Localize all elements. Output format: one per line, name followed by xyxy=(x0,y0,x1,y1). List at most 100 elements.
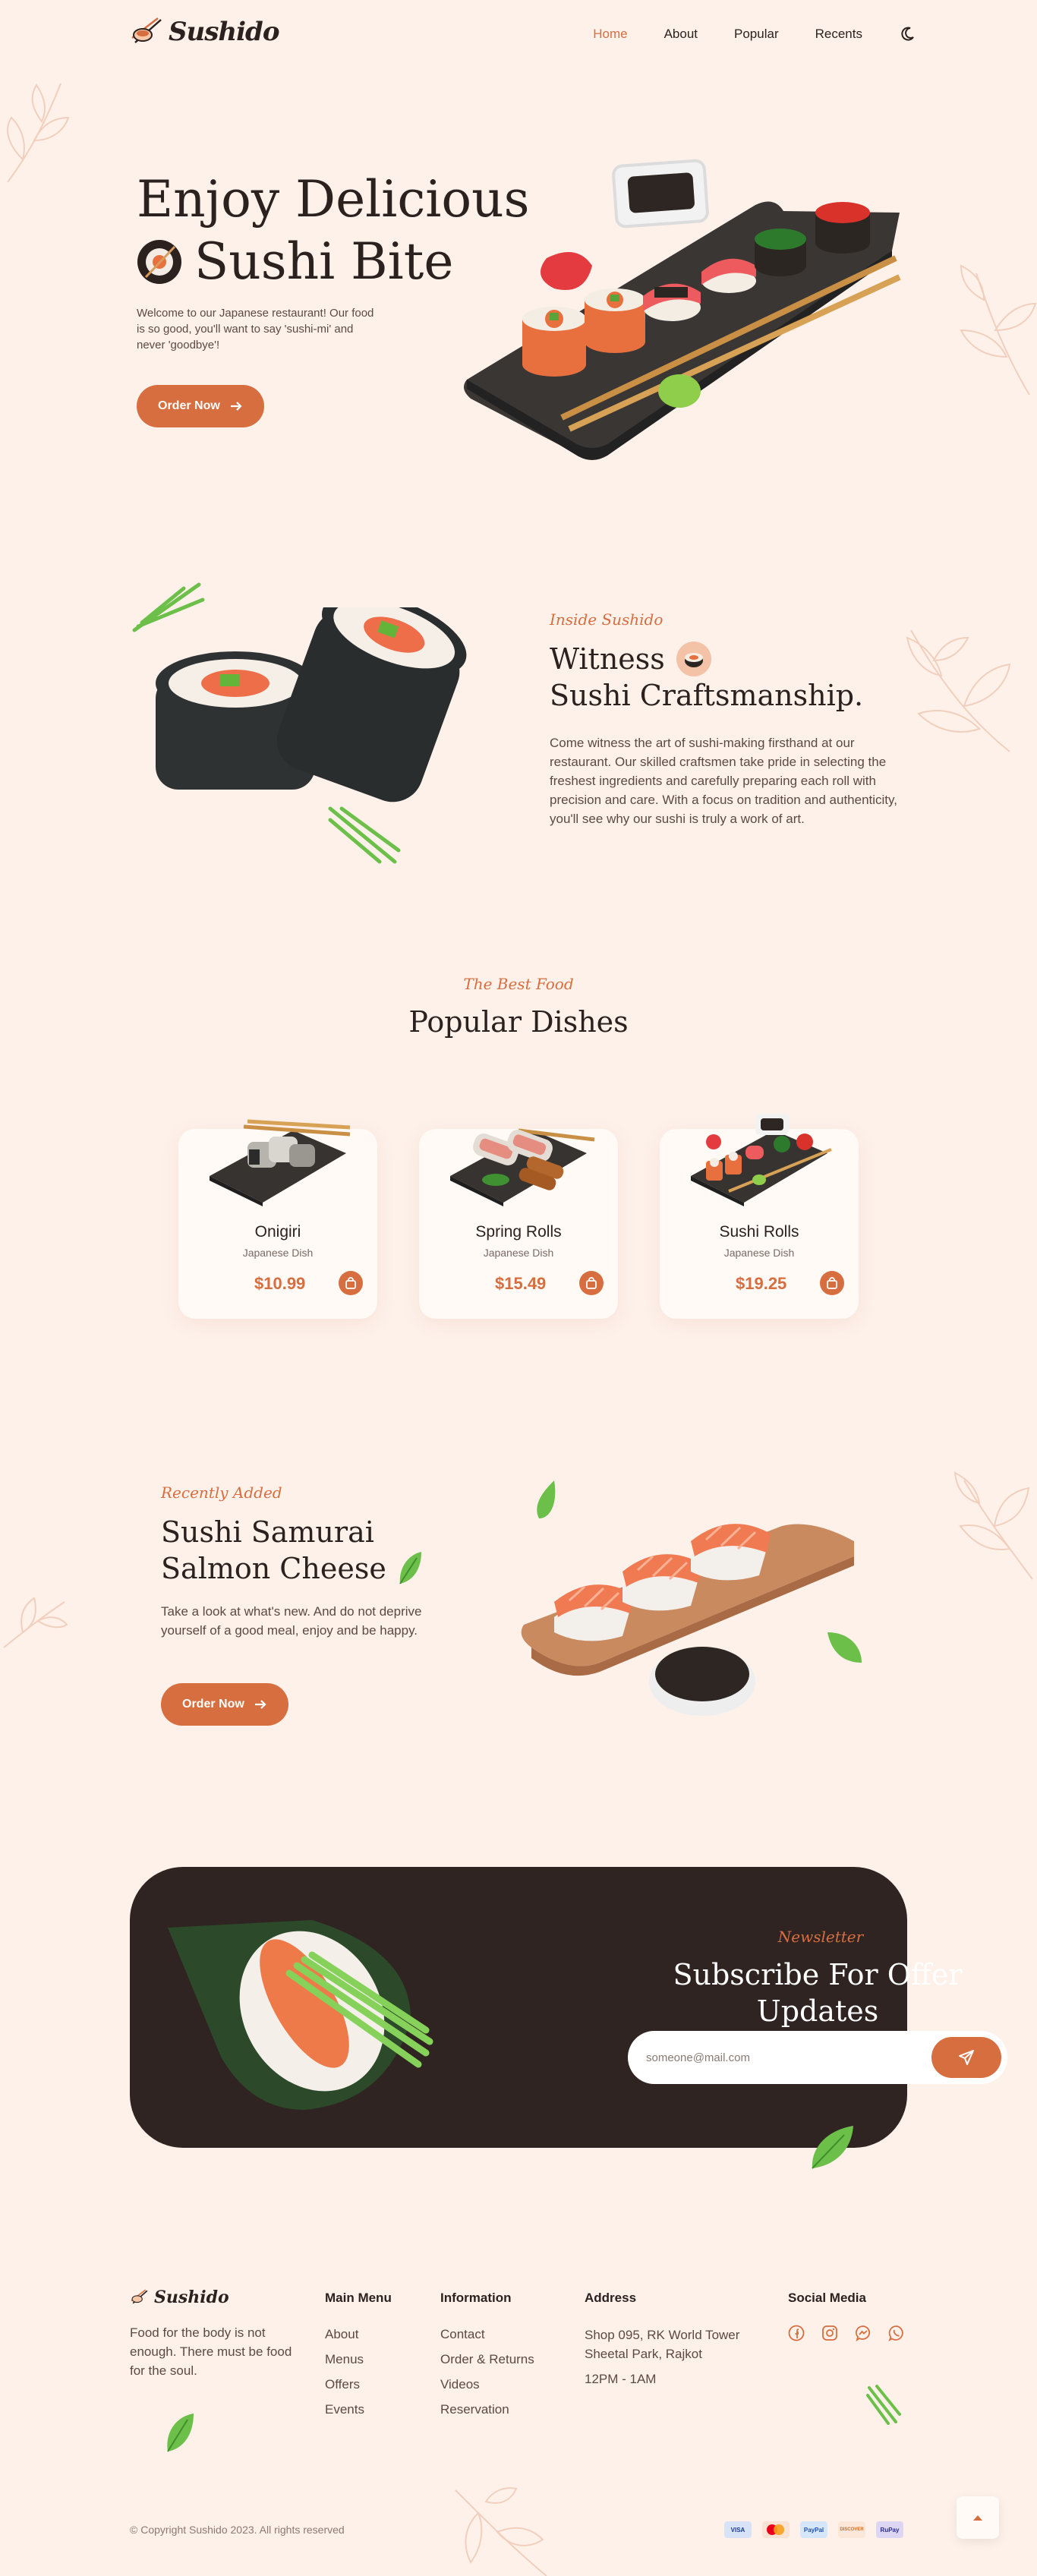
brand-logo[interactable]: Sushido xyxy=(131,17,280,47)
green-leaf-icon xyxy=(167,2414,194,2452)
green-leaf-icon xyxy=(399,1552,421,1584)
hero-title-line2: Sushi Bite xyxy=(194,232,454,291)
main-nav: Home About Popular Recents xyxy=(593,26,916,43)
footer-social-title: Social Media xyxy=(788,2291,866,2305)
popular-title: Popular Dishes xyxy=(408,1005,629,1039)
footer-address-title: Address xyxy=(585,2291,637,2305)
leaf-decoration-icon xyxy=(7,83,70,183)
salmon-nigiri-board-image xyxy=(521,1480,862,1716)
hero-order-label: Order Now xyxy=(158,399,220,412)
email-input[interactable] xyxy=(646,2048,919,2067)
address-line: Shop 095, RK World Tower xyxy=(585,2328,740,2342)
newsletter-section: Newsletter Subscribe For Offer Updates xyxy=(130,1867,1007,2148)
subscribe-button[interactable] xyxy=(931,2037,1001,2078)
newsletter-title: Subscribe For Offer Updates xyxy=(673,1958,963,2028)
dish-price: $10.99 xyxy=(254,1274,306,1293)
nav-about[interactable]: About xyxy=(664,27,698,42)
recent-title-line2: Salmon Cheese xyxy=(161,1552,386,1585)
footer-logo[interactable]: Sushido xyxy=(130,2288,229,2307)
newsletter-tag: Newsletter xyxy=(777,1928,864,1946)
footer-info-title: Information xyxy=(440,2291,512,2305)
add-to-cart-button[interactable] xyxy=(339,1271,363,1295)
footer-menu-list: About Menus Offers Events xyxy=(325,2327,364,2427)
green-onion-icon xyxy=(328,806,401,864)
about-title-line2: Sushi Craftsmanship. xyxy=(550,679,864,712)
footer-link[interactable]: Events xyxy=(325,2402,364,2427)
hero-order-button[interactable]: Order Now xyxy=(137,385,264,427)
about-tag: Inside Sushido xyxy=(550,610,663,629)
dish-price: $15.49 xyxy=(495,1274,547,1293)
recent-description: Take a look at what's new. And do not de… xyxy=(161,1604,422,1638)
footer-link[interactable]: Reservation xyxy=(440,2402,534,2427)
nav-popular[interactable]: Popular xyxy=(734,27,779,42)
dish-type: Japanese Dish xyxy=(723,1247,795,1259)
footer-link[interactable]: Menus xyxy=(325,2352,364,2377)
dish-card[interactable]: Onigiri Japanese Dish $10.99 xyxy=(178,1119,377,1319)
hero-description: Welcome to our Japanese restaurant! Our … xyxy=(137,307,374,352)
dish-name: Onigiri xyxy=(254,1223,301,1241)
dish-name: Sushi Rolls xyxy=(719,1223,799,1241)
green-onion-icon xyxy=(866,2385,901,2425)
leaf-decoration-icon xyxy=(953,1471,1033,1580)
add-to-cart-button[interactable] xyxy=(820,1271,844,1295)
instagram-icon[interactable] xyxy=(821,2325,838,2341)
footer-menu-title: Main Menu xyxy=(325,2291,392,2305)
dish-type: Japanese Dish xyxy=(242,1247,314,1259)
dish-name: Spring Rolls xyxy=(475,1223,562,1241)
mastercard-label: mastercard xyxy=(762,2521,763,2522)
payment-methods: VISA mastercard PayPal DISCOVER RuPay xyxy=(724,2521,903,2538)
footer-link[interactable]: Offers xyxy=(325,2377,364,2402)
leaf-decoration-icon xyxy=(3,1597,68,1648)
social-links xyxy=(788,2325,905,2341)
nav-recents[interactable]: Recents xyxy=(815,27,862,42)
paypal-icon: PayPal xyxy=(800,2521,827,2538)
onigiri-image xyxy=(210,1119,351,1206)
footer-link[interactable]: Videos xyxy=(440,2377,534,2402)
moon-icon[interactable] xyxy=(899,26,916,43)
leaf-decoration-icon xyxy=(455,2487,547,2576)
sushi-badge-icon xyxy=(676,642,711,676)
sushi-roll-badge-icon xyxy=(137,240,181,284)
add-to-cart-button[interactable] xyxy=(579,1271,604,1295)
caret-up-icon xyxy=(973,2515,982,2521)
scroll-to-top-button[interactable] xyxy=(957,2496,999,2539)
about-description: Come witness the art of sushi-making fir… xyxy=(550,736,897,826)
footer-link[interactable]: Order & Returns xyxy=(440,2352,534,2377)
recent-tag: Recently Added xyxy=(161,1483,282,1502)
footer-brand: Sushido xyxy=(154,2288,229,2307)
messenger-icon[interactable] xyxy=(855,2325,872,2341)
mastercard-icon: mastercard xyxy=(762,2521,790,2538)
rupay-icon: RuPay xyxy=(876,2521,903,2538)
leaf-decoration-icon xyxy=(960,264,1037,396)
shopping-bag-icon xyxy=(345,1277,356,1289)
footer-address: Shop 095, RK World Tower Sheetal Park, R… xyxy=(585,2325,739,2388)
address-line: Sheetal Park, Rajkot xyxy=(585,2347,702,2361)
dish-card[interactable]: Spring Rolls Japanese Dish $15.49 xyxy=(419,1128,618,1319)
dish-card[interactable]: Sushi Rolls Japanese Dish $19.25 xyxy=(660,1114,859,1319)
recent-title-line1: Sushi Samurai xyxy=(161,1515,374,1549)
footer-link[interactable]: Contact xyxy=(440,2327,534,2352)
sushi-chopsticks-icon xyxy=(131,2289,148,2304)
opening-hours: 12PM - 1AM xyxy=(585,2372,657,2386)
sushi-rolls-image xyxy=(156,607,467,802)
whatsapp-icon[interactable] xyxy=(888,2325,905,2341)
shopping-bag-icon xyxy=(827,1277,837,1289)
newsletter-form xyxy=(628,2031,1007,2084)
shopping-bag-icon xyxy=(586,1277,597,1289)
green-leaf-icon xyxy=(812,2126,853,2169)
nav-home[interactable]: Home xyxy=(593,27,627,42)
footer-link[interactable]: About xyxy=(325,2327,364,2352)
about-title-line1: Witness xyxy=(550,642,665,676)
footer-tagline: Food for the body is not enough. There m… xyxy=(130,2325,292,2378)
arrow-right-icon xyxy=(230,402,242,411)
popular-tag: The Best Food xyxy=(463,975,574,993)
facebook-icon[interactable] xyxy=(788,2325,805,2341)
about-title: Witness Sushi Craftsmanship. xyxy=(550,641,863,714)
sushi-chopsticks-icon xyxy=(131,17,162,43)
send-icon xyxy=(959,2050,974,2065)
arrow-right-icon xyxy=(254,1700,266,1709)
recent-order-button[interactable]: Order Now xyxy=(161,1683,288,1726)
dish-price: $19.25 xyxy=(736,1274,787,1293)
sushi-rolls-dish-image xyxy=(691,1114,832,1206)
spring-rolls-image xyxy=(450,1128,594,1206)
